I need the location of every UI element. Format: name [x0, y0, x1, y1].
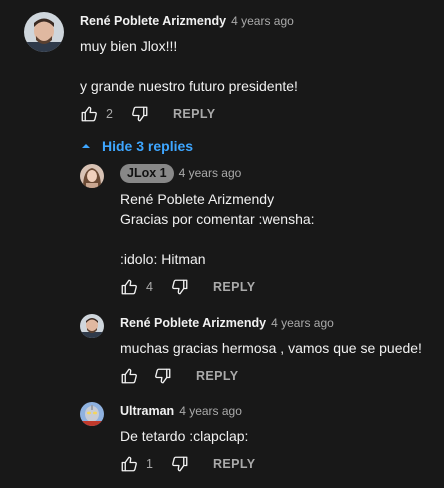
comment-author-badge[interactable]: JLox 1 — [120, 163, 174, 183]
thumbs-up-icon[interactable] — [120, 367, 138, 385]
avatar[interactable] — [24, 12, 64, 52]
comment-timestamp[interactable]: 4 years ago — [179, 166, 242, 180]
reply-button[interactable]: REPLY — [213, 280, 256, 294]
reply-item: Ultraman 4 years ago De tetardo :clapcla… — [80, 402, 434, 476]
comment-thread: René Poblete Arizmendy 4 years ago muy b… — [0, 0, 444, 488]
avatar[interactable] — [80, 164, 104, 188]
reply-item: René Poblete Arizmendy 4 years ago mucha… — [80, 314, 434, 388]
thumbs-up-icon[interactable] — [120, 455, 138, 473]
hide-replies-button[interactable]: Hide 3 replies — [80, 136, 193, 156]
comment-text: René Poblete Arizmendy Gracias por comen… — [120, 191, 315, 267]
thumbs-up-icon[interactable] — [80, 105, 98, 123]
comment-actions: 4 REPLY — [120, 275, 434, 299]
thumbs-down-icon[interactable] — [171, 455, 189, 473]
comment-author[interactable]: René Poblete Arizmendy — [80, 14, 226, 28]
comment-timestamp[interactable]: 4 years ago — [179, 404, 242, 418]
caret-up-icon — [82, 144, 90, 148]
comment-timestamp[interactable]: 4 years ago — [231, 14, 294, 28]
reply-button[interactable]: REPLY — [196, 369, 239, 383]
like-count: 2 — [106, 107, 113, 121]
like-count: 4 — [146, 280, 153, 294]
thumbs-down-icon[interactable] — [171, 278, 189, 296]
comment-actions: REPLY — [120, 364, 434, 388]
comment-actions: 1 REPLY — [120, 452, 434, 476]
reply-button[interactable]: REPLY — [213, 457, 256, 471]
reply-button[interactable]: REPLY — [173, 107, 216, 121]
like-count: 1 — [146, 457, 153, 471]
comment-author[interactable]: Ultraman — [120, 404, 174, 418]
comment-text: muchas gracias hermosa , vamos que se pu… — [120, 340, 422, 356]
hide-replies-label: Hide 3 replies — [102, 138, 194, 154]
comment-text: muy bien Jlox!!! y grande nuestro futuro… — [80, 38, 298, 94]
avatar[interactable] — [80, 314, 104, 338]
thumbs-down-icon[interactable] — [154, 367, 172, 385]
comment-actions: 2 REPLY — [80, 102, 434, 126]
comment-text: De tetardo :clapclap: — [120, 428, 249, 444]
comment-top: René Poblete Arizmendy 4 years ago muy b… — [24, 12, 434, 126]
avatar[interactable] — [80, 402, 104, 426]
comment-timestamp[interactable]: 4 years ago — [271, 316, 334, 330]
comment-author[interactable]: René Poblete Arizmendy — [120, 316, 266, 330]
thumbs-down-icon[interactable] — [131, 105, 149, 123]
thumbs-up-icon[interactable] — [120, 278, 138, 296]
reply-item: JLox 1 4 years ago René Poblete Arizmend… — [80, 163, 434, 299]
